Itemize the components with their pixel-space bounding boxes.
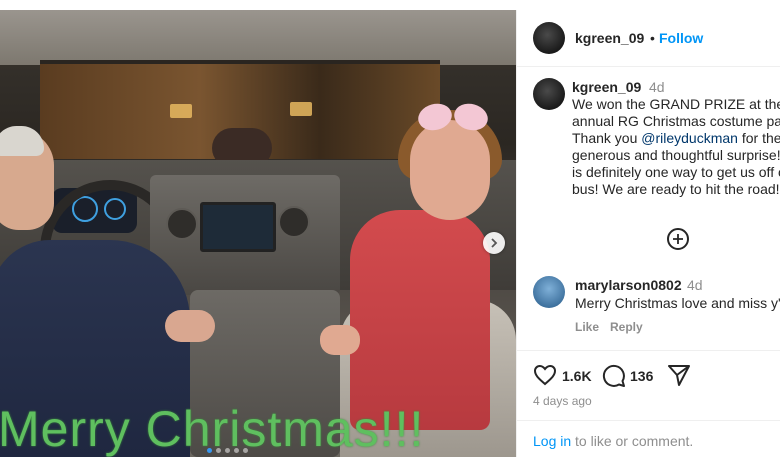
comment-username[interactable]: marylarson0802 bbox=[575, 277, 682, 293]
carousel-dot bbox=[207, 448, 212, 453]
follow-button[interactable]: Follow bbox=[659, 30, 703, 46]
login-link[interactable]: Log in bbox=[533, 433, 571, 449]
post-header: kgreen_09 • Follow bbox=[517, 10, 780, 67]
caption-line: is definitely one way to get us off o bbox=[572, 164, 780, 180]
caption-line: generous and thoughtful surprise! bbox=[572, 147, 780, 163]
divider bbox=[517, 350, 780, 351]
caption-line: Thank you bbox=[572, 130, 642, 146]
avatar[interactable] bbox=[533, 22, 565, 54]
plus-circle-icon bbox=[673, 234, 683, 244]
woman-hand bbox=[320, 325, 360, 355]
caption-line: bus! We are ready to hit the road! bbox=[572, 181, 780, 197]
van-ceiling bbox=[0, 10, 516, 65]
woman-figure bbox=[350, 210, 490, 430]
comment-icon[interactable] bbox=[602, 364, 626, 387]
caption-line: for the bbox=[737, 130, 780, 146]
load-more-comments-button[interactable] bbox=[667, 228, 689, 250]
comment-avatar[interactable] bbox=[533, 276, 565, 308]
comment-count[interactable]: 136 bbox=[630, 368, 653, 384]
carousel-dot bbox=[234, 448, 239, 453]
garage-light bbox=[170, 104, 192, 118]
caption-text: We won the GRAND PRIZE at the 2 annual R… bbox=[572, 96, 780, 198]
carousel-dot bbox=[216, 448, 221, 453]
post-photo[interactable]: Merry Christmas!!! bbox=[0, 10, 516, 457]
carousel-dot bbox=[243, 448, 248, 453]
header-separator: • bbox=[650, 30, 655, 46]
chevron-right-icon bbox=[491, 238, 498, 248]
air-vent bbox=[166, 208, 198, 240]
caption-avatar[interactable] bbox=[533, 78, 565, 110]
pink-bow bbox=[418, 104, 488, 134]
man-hand bbox=[165, 310, 215, 342]
woman-head bbox=[410, 120, 490, 220]
air-vent bbox=[278, 206, 310, 238]
login-prompt-text: to like or comment. bbox=[571, 433, 694, 449]
garage-light bbox=[290, 102, 312, 116]
caption-line: We won the GRAND PRIZE at the 2 bbox=[572, 96, 780, 112]
carousel-dot bbox=[225, 448, 230, 453]
post-sidebar: kgreen_09 • Follow kgreen_09 4d We won t… bbox=[516, 10, 780, 457]
comment-reply-button[interactable]: Reply bbox=[610, 320, 643, 334]
divider bbox=[517, 420, 780, 421]
heart-icon[interactable] bbox=[533, 364, 557, 386]
header-username[interactable]: kgreen_09 bbox=[575, 30, 644, 46]
comment-age[interactable]: 4d bbox=[687, 277, 703, 293]
share-icon[interactable] bbox=[667, 364, 691, 387]
radio-screen bbox=[200, 202, 276, 252]
post-date: 4 days ago bbox=[533, 394, 592, 408]
comment-text: Merry Christmas love and miss y'a bbox=[575, 295, 780, 311]
carousel-indicator bbox=[207, 448, 248, 453]
comment-like-button[interactable]: Like bbox=[575, 320, 599, 334]
caption-line: annual RG Christmas costume par bbox=[572, 113, 780, 129]
login-prompt: Log in to like or comment. bbox=[533, 433, 693, 449]
caption-age[interactable]: 4d bbox=[649, 79, 665, 95]
like-count[interactable]: 1.6K bbox=[562, 368, 592, 384]
caption-username[interactable]: kgreen_09 bbox=[572, 79, 641, 95]
man-hair bbox=[0, 126, 44, 156]
next-photo-button[interactable] bbox=[483, 232, 505, 254]
mention-link[interactable]: @rileyduckman bbox=[641, 130, 738, 146]
